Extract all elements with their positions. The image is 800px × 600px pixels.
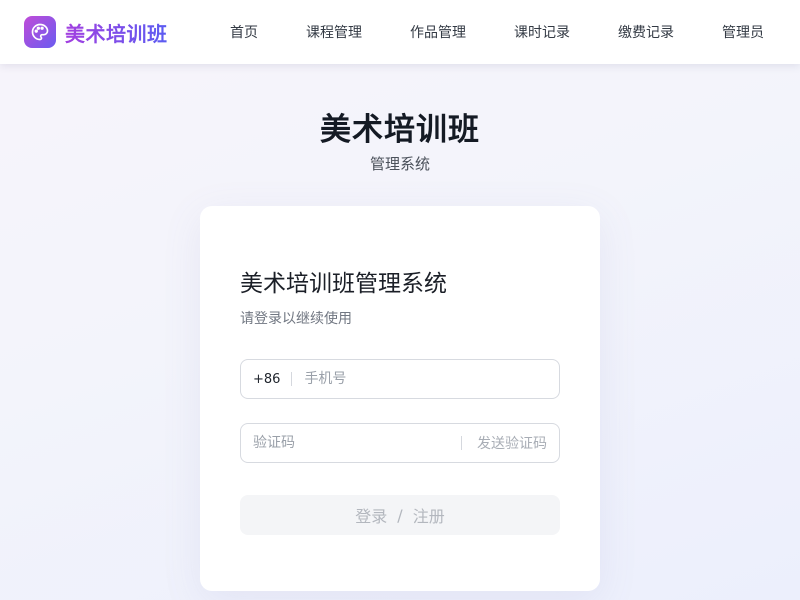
nav-item-works[interactable]: 作品管理: [410, 22, 466, 42]
country-code-selector[interactable]: +86: [253, 372, 280, 387]
nav-item-lesson-records[interactable]: 课时记录: [514, 22, 570, 42]
hero-subtitle: 管理系统: [369, 155, 430, 173]
login-card: 美术培训班管理系统 请登录以继续使用 +86 发送验证码 登录 / 注册: [200, 206, 600, 591]
login-register-separator: /: [397, 505, 403, 525]
nav-item-home[interactable]: 首页: [230, 22, 258, 42]
login-card-title: 美术培训班管理系统: [240, 271, 447, 297]
register-label: 注册: [412, 507, 445, 526]
brand-name: 美术培训班: [65, 18, 168, 47]
login-card-subtitle: 请登录以继续使用: [240, 311, 352, 327]
brand[interactable]: 美术培训班: [24, 16, 168, 48]
phone-input[interactable]: [304, 360, 559, 398]
nav-item-courses[interactable]: 课程管理: [306, 22, 362, 42]
nav-menu: 首页 课程管理 作品管理 课时记录 缴费记录 管理员: [230, 0, 764, 64]
code-field: 发送验证码: [240, 423, 560, 463]
nav-item-payment-records[interactable]: 缴费记录: [618, 22, 674, 42]
palette-icon: [24, 16, 56, 48]
phone-field: +86: [240, 359, 560, 399]
login-label: 登录: [355, 507, 388, 526]
top-navbar: 美术培训班 首页 课程管理 作品管理 课时记录 缴费记录 管理员: [0, 0, 800, 64]
hero-title: 美术培训班: [320, 112, 480, 148]
send-code-button[interactable]: 发送验证码: [477, 433, 547, 453]
phone-field-divider: [291, 372, 293, 386]
code-field-divider: [461, 436, 462, 450]
login-register-button[interactable]: 登录 / 注册: [240, 495, 560, 535]
verification-code-input[interactable]: [253, 424, 461, 462]
nav-item-admin[interactable]: 管理员: [722, 22, 764, 42]
